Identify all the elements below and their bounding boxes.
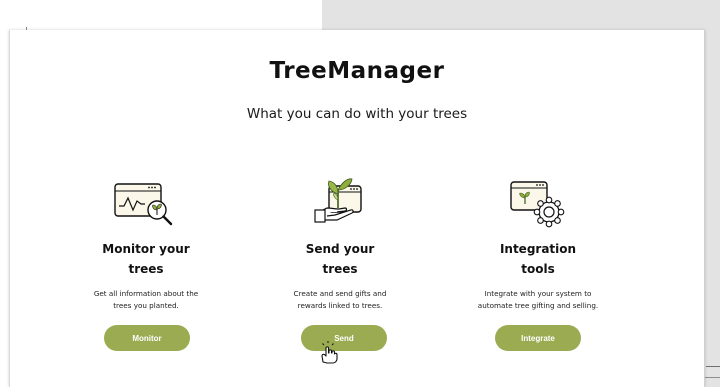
feature-title: trees xyxy=(128,262,164,276)
feature-description: automate tree gifting and selling. xyxy=(477,301,599,310)
feature-description: rewards linked to trees. xyxy=(297,301,383,310)
feature-title: tools xyxy=(521,262,555,276)
feature-integration: Integration tools Integrate with your sy… xyxy=(458,168,618,312)
integrate-button[interactable]: Integrate xyxy=(495,325,581,351)
monitor-button[interactable]: Monitor xyxy=(104,325,190,351)
feature-send: Send your trees Create and send gifts an… xyxy=(260,168,420,312)
integration-gear-icon xyxy=(510,181,565,228)
monitor-icon xyxy=(114,183,173,226)
page-title: TreeManager xyxy=(269,58,445,84)
feature-monitor: Monitor your trees Get all information a… xyxy=(66,168,226,312)
feature-title: Send your xyxy=(305,242,375,256)
window-edge-tick xyxy=(706,366,720,367)
hand-pointer-icon xyxy=(321,341,338,364)
feature-description: Create and send gifts and xyxy=(293,289,387,298)
send-button[interactable]: Send xyxy=(301,325,387,351)
page-subtitle: What you can do with your trees xyxy=(246,106,468,122)
feature-description: Get all information about the xyxy=(93,289,199,298)
feature-description: Integrate with your system to xyxy=(484,289,592,298)
feature-title: Monitor your xyxy=(102,242,190,256)
background-window-header xyxy=(26,0,322,27)
feature-title: Integration xyxy=(499,242,577,256)
main-window: TreeManager What you can do with your tr… xyxy=(9,30,705,387)
feature-title: trees xyxy=(322,262,358,276)
feature-description: trees you planted. xyxy=(113,301,179,310)
send-gift-icon xyxy=(314,178,362,223)
